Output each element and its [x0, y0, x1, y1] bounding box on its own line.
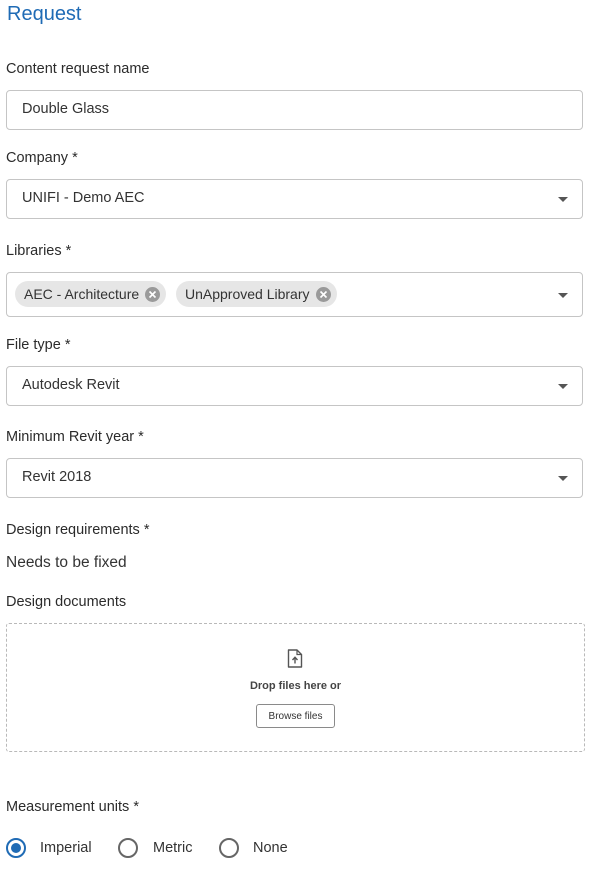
min-revit-year-value: Revit 2018 — [22, 469, 92, 485]
radio-none-label[interactable]: None — [253, 840, 288, 856]
design-requirements-label: Design requirements * — [6, 522, 150, 538]
library-chip: UnApproved Library — [176, 281, 337, 307]
company-value: UNIFI - Demo AEC — [22, 190, 145, 206]
chevron-down-icon — [558, 476, 568, 481]
chevron-down-icon — [558, 197, 568, 202]
browse-files-button[interactable]: Browse files — [256, 704, 335, 728]
file-upload-icon — [287, 649, 303, 668]
measurement-units-radio-group: Imperial Metric None — [6, 838, 406, 862]
content-request-name-value: Double Glass — [22, 101, 110, 117]
close-circle-icon[interactable] — [145, 286, 161, 302]
close-circle-icon[interactable] — [315, 286, 331, 302]
radio-imperial-label[interactable]: Imperial — [40, 840, 92, 856]
library-chip-label: UnApproved Library — [185, 286, 310, 302]
radio-imperial[interactable] — [6, 838, 26, 858]
file-type-value: Autodesk Revit — [22, 377, 120, 393]
drop-files-text: Drop files here or — [249, 680, 342, 692]
chevron-down-icon — [558, 293, 568, 298]
content-request-name-input[interactable]: Double Glass — [6, 90, 583, 130]
libraries-label: Libraries * — [6, 243, 72, 259]
library-chip: AEC - Architecture — [15, 281, 167, 307]
design-requirements-value: Needs to be fixed — [6, 554, 127, 571]
measurement-units-label: Measurement units * — [6, 799, 139, 815]
library-chip-label: AEC - Architecture — [24, 286, 140, 302]
content-request-name-label: Content request name — [6, 61, 150, 77]
design-documents-label: Design documents — [6, 594, 127, 610]
company-label: Company * — [6, 150, 78, 166]
min-revit-year-select[interactable]: Revit 2018 — [6, 458, 583, 498]
file-type-select[interactable]: Autodesk Revit — [6, 366, 583, 406]
radio-metric-label[interactable]: Metric — [153, 840, 192, 856]
company-select[interactable]: UNIFI - Demo AEC — [6, 179, 583, 219]
chevron-down-icon — [558, 384, 568, 389]
min-revit-year-label: Minimum Revit year * — [6, 429, 144, 445]
page-title: Request — [7, 3, 82, 25]
radio-none[interactable] — [219, 838, 239, 858]
radio-metric[interactable] — [118, 838, 138, 858]
file-dropzone[interactable]: Drop files here or Browse files — [6, 623, 585, 752]
libraries-multiselect[interactable]: AEC - Architecture UnApproved Library — [6, 272, 583, 317]
file-type-label: File type * — [6, 337, 71, 353]
